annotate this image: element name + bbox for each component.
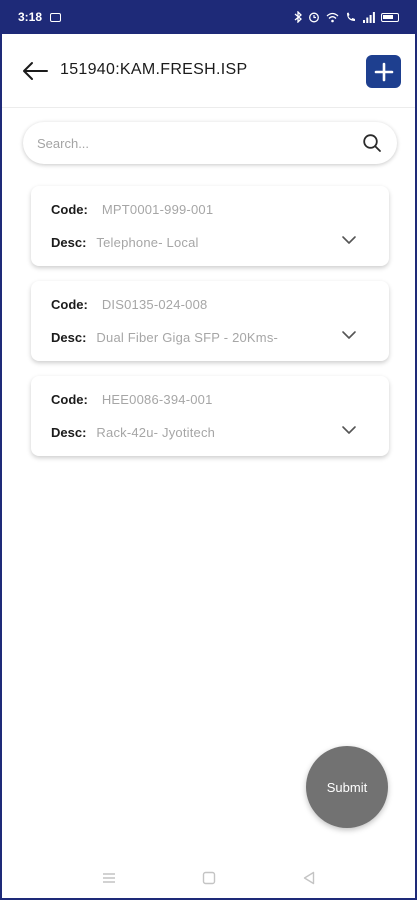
add-button[interactable] [366, 55, 401, 88]
status-time: 3:18 [18, 10, 43, 24]
plus-icon [374, 62, 393, 81]
menu-icon[interactable] [99, 868, 119, 888]
back-button[interactable] [20, 58, 50, 84]
code-row: Code: MPT0001-999-001 [51, 202, 213, 217]
code-value: HEE0086-394-001 [101, 392, 213, 407]
system-nav-bar [2, 858, 415, 898]
desc-label: Desc: [51, 235, 87, 250]
wifi-icon [326, 12, 339, 22]
code-value: MPT0001-999-001 [101, 202, 214, 217]
desc-row: Desc: Telephone- Local [51, 235, 199, 250]
code-label: Code: [51, 202, 88, 217]
list-item[interactable]: Code: DIS0135-024-008 Desc: Dual Fiber G… [31, 281, 389, 361]
desc-row: Desc: Dual Fiber Giga SFP - 20Kms- [51, 330, 278, 345]
status-bar: 3:18 [0, 0, 417, 34]
battery-icon [381, 12, 399, 22]
list-item[interactable]: Code: HEE0086-394-001 Desc: Rack-42u- Jy… [31, 376, 389, 456]
status-icons [294, 11, 399, 23]
arrow-left-icon [23, 62, 48, 80]
desc-row: Desc: Rack-42u- Jyotitech [51, 425, 215, 440]
code-value: DIS0135-024-008 [101, 297, 208, 312]
app-bar: 151940:KAM.FRESH.ISP [2, 34, 415, 108]
call-icon [347, 12, 355, 21]
desc-value: Telephone- Local [96, 235, 199, 250]
chevron-down-icon[interactable] [341, 329, 357, 341]
page-title: 151940:KAM.FRESH.ISP [60, 61, 248, 78]
code-row: Code: DIS0135-024-008 [51, 297, 207, 312]
signal-icon [363, 11, 375, 23]
chevron-down-icon[interactable] [341, 234, 357, 246]
submit-button[interactable]: Submit [306, 746, 388, 828]
bluetooth-icon [294, 11, 302, 23]
list-item[interactable]: Code: MPT0001-999-001 Desc: Telephone- L… [31, 186, 389, 266]
code-label: Code: [51, 392, 88, 407]
back-triangle-icon[interactable] [299, 868, 319, 888]
desc-label: Desc: [51, 425, 87, 440]
app-screen: 151940:KAM.FRESH.ISP Code: MPT0001-999-0… [2, 34, 415, 898]
search-bar [23, 122, 397, 164]
message-icon [50, 12, 62, 22]
desc-value: Dual Fiber Giga SFP - 20Kms- [96, 330, 279, 345]
desc-value: Rack-42u- Jyotitech [96, 425, 216, 440]
chevron-down-icon[interactable] [341, 424, 357, 436]
search-icon[interactable] [361, 132, 383, 154]
search-input[interactable] [37, 135, 361, 151]
desc-label: Desc: [51, 330, 87, 345]
alarm-icon [309, 12, 319, 23]
code-row: Code: HEE0086-394-001 [51, 392, 213, 407]
code-label: Code: [51, 297, 88, 312]
home-square-icon[interactable] [199, 868, 219, 888]
